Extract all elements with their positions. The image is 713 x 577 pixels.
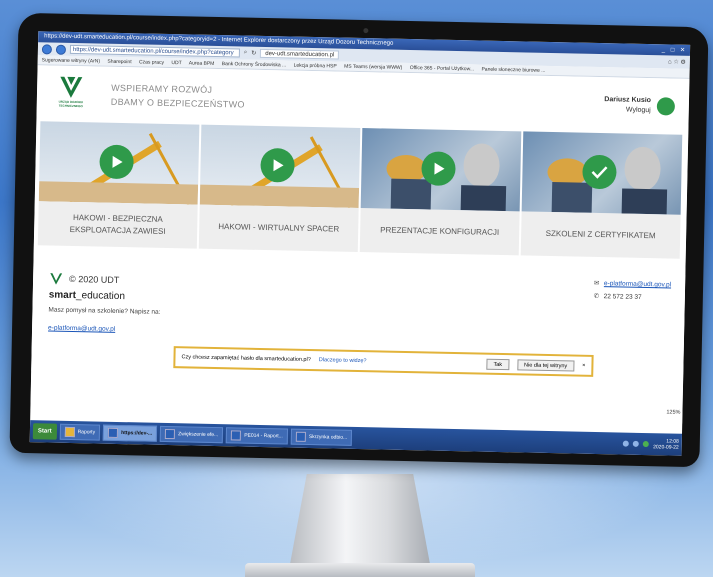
taskbar: Start Raporty https://dev-... Zwiększeni…: [29, 420, 683, 456]
course-image: [360, 128, 522, 212]
taskbar-item[interactable]: Skrzynka odbio...: [290, 428, 353, 446]
taskbar-item[interactable]: Zwiększenie efe...: [160, 425, 224, 444]
close-icon[interactable]: ×: [582, 363, 585, 369]
contact-info: ✉ e-platforma@udt.gov.pl ✆ 22 572 23 37: [594, 277, 672, 305]
email-link[interactable]: e-platforma@udt.gov.pl: [604, 280, 671, 288]
never-button[interactable]: Nie dla tej witryny: [516, 358, 575, 372]
slogan: WSPIERAMY ROZWÓJ DBAMY O BEZPIECZEŃSTWO: [111, 81, 246, 112]
window-controls[interactable]: _ □ ✕: [662, 45, 688, 56]
course-image: [38, 121, 200, 205]
monitor-stand: [290, 474, 430, 564]
refresh-icon[interactable]: ↻: [251, 50, 256, 57]
favorite-item[interactable]: Sharepoint: [107, 59, 131, 66]
folder-icon: [64, 426, 75, 438]
course-card[interactable]: HAKOWI - WIRTUALNY SPACER: [198, 124, 361, 252]
word-icon: [165, 428, 176, 440]
udt-logo-icon: [60, 76, 83, 98]
copyright-text: © 2020 UDT: [69, 273, 120, 285]
system-tray: 12:08 2020-09-22: [623, 438, 679, 451]
why-link[interactable]: Dlaczego to widzę?: [319, 357, 367, 364]
logout-link[interactable]: Wyloguj: [604, 105, 651, 116]
home-icon[interactable]: ⌂ ☆ ⚙: [668, 58, 686, 65]
course-image: [521, 131, 683, 215]
brand-bold: smart: [48, 289, 77, 302]
favorite-item[interactable]: MS Teams (wersja WWW): [344, 64, 402, 71]
taskbar-label: Zwiększenie efe...: [178, 431, 219, 439]
favorite-item[interactable]: Lekcja próbna HSP: [294, 63, 337, 70]
slogan-line: DBAMY O BEZPIECZEŃSTWO: [110, 96, 245, 110]
search-icon[interactable]: ⌕: [244, 50, 247, 57]
back-button[interactable]: [41, 43, 53, 55]
favorite-item[interactable]: Office 365 - Portal Użytkow...: [410, 65, 475, 72]
avatar[interactable]: [656, 97, 676, 116]
course-card[interactable]: PREZENTACJE KONFIGURACJI: [359, 128, 522, 256]
taskbar-label: Raporty: [77, 429, 96, 436]
course-title[interactable]: PREZENTACJE KONFIGURACJI: [359, 208, 520, 256]
brand-name: smart_education: [49, 290, 125, 303]
favorite-item[interactable]: Panele słoneczne biurowe ...: [481, 67, 545, 74]
email-link[interactable]: e-platforma@udt.gov.pl: [48, 325, 115, 333]
favorite-item[interactable]: Aurea BPM: [189, 60, 215, 67]
ie-icon: [107, 427, 119, 438]
favorite-item[interactable]: Czas pracy: [139, 59, 164, 66]
taskbar-item[interactable]: Raporty: [59, 423, 101, 441]
udt-logo-icon: [50, 273, 63, 285]
course-title[interactable]: HAKOWI - WIRTUALNY SPACER: [198, 204, 359, 252]
user-menu[interactable]: Dariusz Kusio Wyloguj: [604, 95, 676, 116]
phone-icon: ✆: [593, 292, 600, 301]
course-card[interactable]: HAKOWI - BEZPIECZNA EKSPLOATACJA ZAWIESI: [37, 121, 200, 249]
course-image: [199, 124, 361, 208]
notification-text: Czy chcesz zapamiętać hasło dla smartedu…: [181, 354, 311, 364]
tray-icon[interactable]: [633, 440, 640, 447]
phone-number: 22 572 23 37: [603, 293, 642, 301]
web-page: URZĄD DOZORU TECHNICZNEGO WSPIERAMY ROZW…: [30, 65, 690, 424]
course-title[interactable]: SZKOLENI Z CERTYFIKATEM: [520, 211, 681, 259]
monitor-base: [245, 563, 475, 577]
user-name: Dariusz Kusio: [604, 96, 652, 105]
taskbar-label: https://dev-...: [121, 430, 153, 437]
taskbar-label: Skrzynka odbio...: [308, 433, 348, 441]
favorite-item[interactable]: Sugerowane witryny (ArN): [42, 57, 100, 64]
course-card[interactable]: SZKOLENI Z CERTYFIKATEM: [520, 131, 683, 259]
envelope-icon: ✉: [593, 279, 600, 288]
taskbar-item[interactable]: https://dev-...: [102, 424, 158, 442]
yes-button[interactable]: Tak: [486, 358, 510, 370]
copyright: © 2020 UDT: [49, 272, 119, 287]
brand-rest: _education: [75, 290, 126, 303]
favorite-item[interactable]: Bank Ochrony Środowiska ...: [222, 61, 287, 68]
favorite-item[interactable]: UDT: [171, 60, 181, 66]
udt-logo[interactable]: URZĄD DOZORU TECHNICZNEGO: [53, 74, 90, 115]
zoom-level[interactable]: 125%: [666, 409, 680, 415]
clock[interactable]: 12:08 2020-09-22: [653, 438, 679, 451]
tray-icon[interactable]: [623, 440, 630, 447]
browser-tab[interactable]: dev-udt.smarteducation.pl: [260, 48, 340, 60]
course-cards: HAKOWI - BEZPIECZNA EKSPLOATACJA ZAWIESI: [34, 121, 688, 259]
outlook-icon: [295, 431, 306, 442]
forward-button[interactable]: [55, 44, 67, 55]
word-icon: [231, 430, 242, 441]
logo-text: URZĄD DOZORU TECHNICZNEGO: [58, 99, 84, 109]
taskbar-label: PE014 - Raport...: [244, 432, 283, 440]
screen: https://dev-udt.smarteducation.pl/course…: [29, 31, 691, 456]
monitor-bezel: https://dev-udt.smarteducation.pl/course…: [9, 12, 709, 468]
webcam: [363, 28, 369, 34]
course-title[interactable]: HAKOWI - BEZPIECZNA EKSPLOATACJA ZAWIESI: [37, 201, 198, 249]
taskbar-item[interactable]: PE014 - Raport...: [226, 427, 289, 445]
start-button[interactable]: Start: [32, 423, 57, 440]
clock-date: 2020-09-22: [653, 444, 679, 451]
tray-icon[interactable]: [643, 440, 650, 448]
idea-text: Masz pomysł na szkolenie? Napisz na:: [48, 306, 161, 316]
